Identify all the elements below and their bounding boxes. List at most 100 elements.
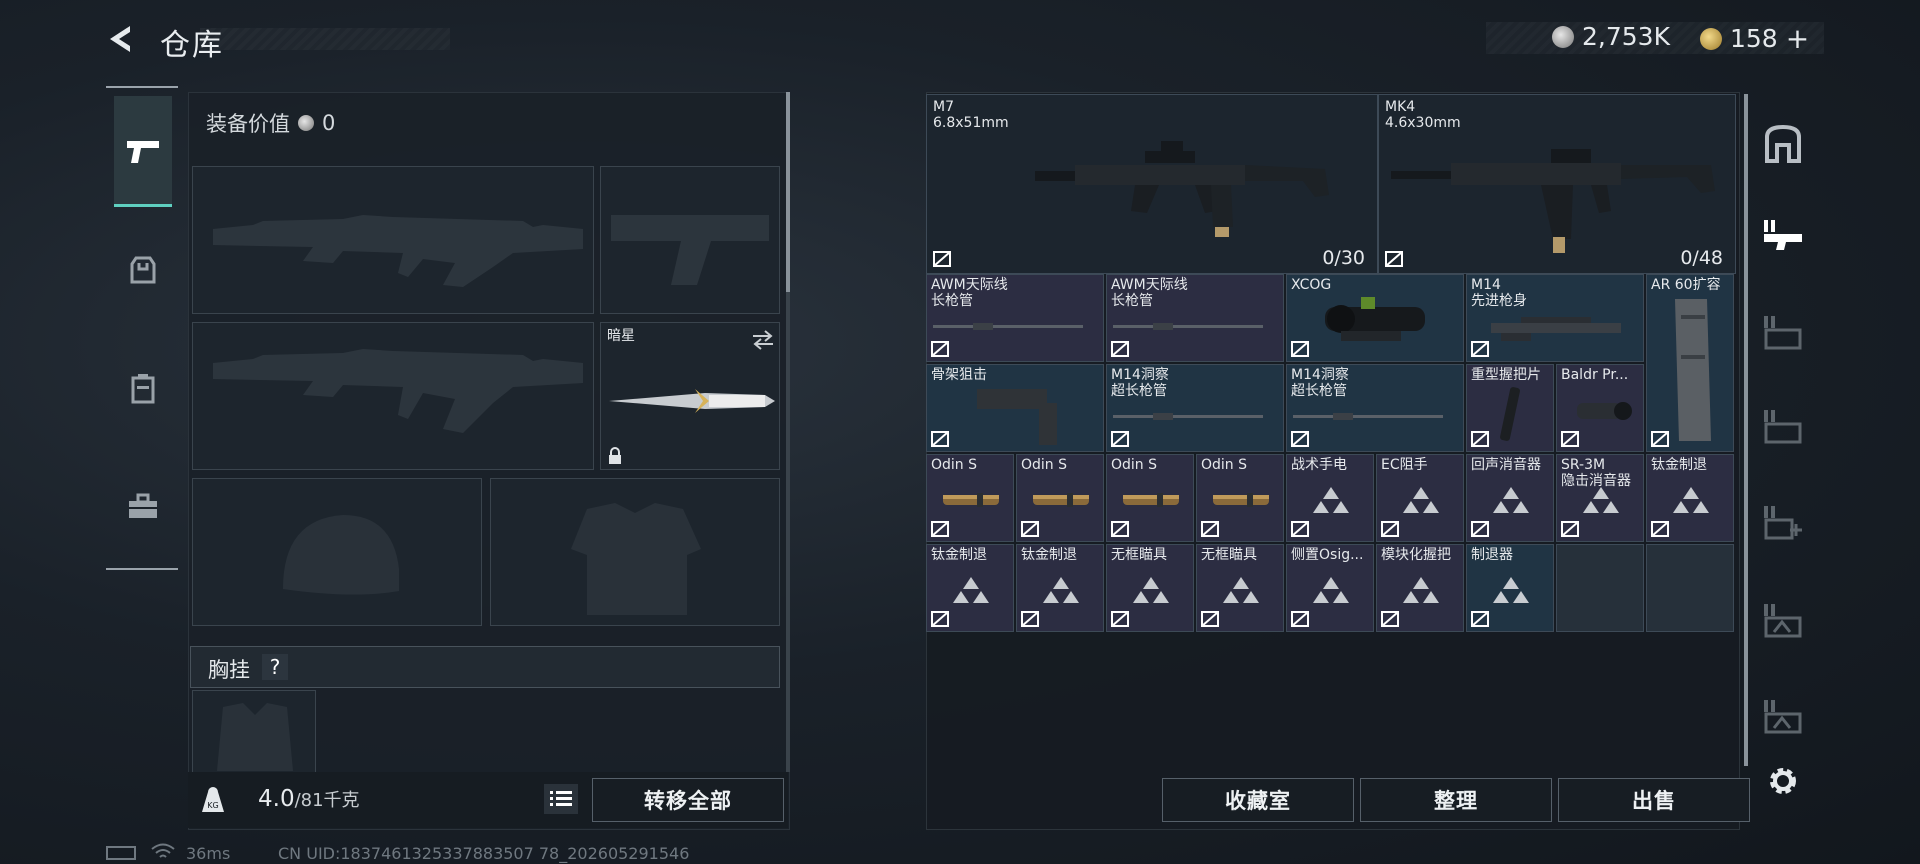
secondary-weapon-slot[interactable] <box>600 166 780 314</box>
item-name: 模块化握把 <box>1381 547 1451 563</box>
chest-rig-silhouette-icon <box>217 703 293 771</box>
primary-weapon-slot-2[interactable] <box>192 322 594 470</box>
stash-item[interactable]: 钛金制退 <box>1016 544 1104 632</box>
stash-item[interactable]: XCOG <box>1286 274 1464 362</box>
stash-item[interactable]: AR 60扩容 <box>1646 274 1734 452</box>
item-name-line1: Odin S <box>1021 457 1068 473</box>
toolbox-icon[interactable] <box>123 486 163 526</box>
sort-button[interactable]: 整理 <box>1360 778 1552 822</box>
tri-art-icon <box>1401 575 1441 607</box>
primary-weapon-slot-1[interactable] <box>192 166 594 314</box>
item-name-line1: EC阻手 <box>1381 457 1428 473</box>
item-name: 战术手电 <box>1291 457 1347 473</box>
item-name-line1: AWM天际线 <box>1111 277 1188 293</box>
back-button[interactable] <box>104 22 138 56</box>
vault-icon <box>1765 124 1801 163</box>
stash-item[interactable]: 钛金制退 <box>926 544 1014 632</box>
stash-item[interactable]: M14 先进枪身 <box>1466 274 1644 362</box>
stash-tab-7[interactable] <box>1760 694 1806 740</box>
transfer-all-button[interactable]: 转移全部 <box>592 778 784 822</box>
no-trade-icon <box>931 611 949 627</box>
gear-rack-icon <box>1764 316 1802 350</box>
stash-item[interactable]: 侧置Osig... <box>1286 544 1374 632</box>
stash-item[interactable]: Odin S <box>1196 454 1284 542</box>
page-title: 仓库 <box>160 28 224 63</box>
stash-item[interactable]: SR-3M 隐击消音器 <box>1556 454 1644 542</box>
tri-art-icon <box>951 575 991 607</box>
stash-item[interactable]: EC阻手 <box>1376 454 1464 542</box>
stash-item[interactable]: 钛金制退 <box>1646 454 1734 542</box>
backpack-icon[interactable] <box>123 368 163 408</box>
silver-coin-icon <box>298 115 314 131</box>
stash-item[interactable]: 战术手电 <box>1286 454 1374 542</box>
player-uid: CN UID:1837461325337883507 78_2026052915… <box>278 844 690 863</box>
melee-slot[interactable]: 暗星 <box>600 322 780 470</box>
stash-scrollbar[interactable] <box>1744 94 1748 766</box>
stash-tab-main[interactable] <box>1760 120 1806 166</box>
medical-rack-icon <box>1764 506 1802 540</box>
help-button[interactable]: ? <box>262 654 288 680</box>
stash-item[interactable]: 重型握把片 <box>1466 364 1554 452</box>
stash-item[interactable]: 无框瞄具 <box>1196 544 1284 632</box>
stash-tab-weapons[interactable] <box>1760 214 1806 260</box>
grip-art-icon <box>1491 381 1531 451</box>
item-name-line1: Baldr Pr... <box>1561 367 1629 383</box>
back-arrow-icon <box>110 26 130 52</box>
empty-stash-cell[interactable] <box>1646 544 1734 632</box>
stash-tab-4[interactable] <box>1760 404 1806 450</box>
no-trade-icon <box>1651 521 1669 537</box>
stash-tab-6[interactable] <box>1760 598 1806 644</box>
stash-item[interactable]: Baldr Pr... <box>1556 364 1644 452</box>
empty-stash-cell[interactable] <box>1556 544 1644 632</box>
stash-item[interactable]: AWM天际线 长枪管 <box>926 274 1104 362</box>
barrel-art-icon <box>1113 407 1273 431</box>
body-armor-slot[interactable] <box>490 478 780 626</box>
stash-item[interactable]: 制退器 <box>1466 544 1554 632</box>
item-name-line1: 无框瞄具 <box>1201 547 1257 563</box>
item-name: M14洞察 超长枪管 <box>1111 367 1169 399</box>
stash-item[interactable]: Odin S <box>1016 454 1104 542</box>
stash-item[interactable]: Odin S <box>926 454 1014 542</box>
no-trade-icon <box>1471 521 1489 537</box>
rifle-silhouette-icon <box>213 215 583 287</box>
swap-icon[interactable] <box>751 329 775 351</box>
vest-silhouette-icon <box>571 503 701 615</box>
battery-icon <box>106 846 136 860</box>
stash-tab-3[interactable] <box>1760 310 1806 356</box>
stash-item[interactable]: M14洞察 超长枪管 <box>1106 364 1284 452</box>
stash-item[interactable]: 骨架狙击 <box>926 364 1104 452</box>
title-decoration <box>200 28 450 50</box>
no-trade-icon <box>931 341 949 357</box>
chest-rig-slot[interactable] <box>192 690 316 774</box>
stash-item[interactable]: M14洞察 超长枪管 <box>1286 364 1464 452</box>
item-name-line2: 超长枪管 <box>1291 383 1347 399</box>
no-trade-icon <box>931 431 949 447</box>
stash-item[interactable]: Odin S <box>1106 454 1194 542</box>
settings-button[interactable] <box>1760 758 1806 804</box>
no-trade-icon <box>1111 611 1129 627</box>
sell-button[interactable]: 出售 <box>1558 778 1750 822</box>
stash-item[interactable]: 模块化握把 <box>1376 544 1464 632</box>
gold-currency[interactable]: 158 + <box>1700 22 1809 55</box>
armor-icon[interactable] <box>123 250 163 290</box>
add-gold-button[interactable]: + <box>1786 22 1809 55</box>
item-name: 钛金制退 <box>1651 457 1707 473</box>
stash-item[interactable]: 无框瞄具 <box>1106 544 1194 632</box>
item-name-line2: 先进枪身 <box>1471 293 1527 309</box>
no-trade-icon <box>1471 341 1489 357</box>
equipment-value-amount: 0 <box>322 111 336 135</box>
tri-art-icon <box>1491 485 1531 517</box>
helmet-slot[interactable] <box>192 478 482 626</box>
collection-room-button[interactable]: 收藏室 <box>1162 778 1354 822</box>
loadout-scrollbar[interactable] <box>786 92 790 292</box>
no-trade-icon <box>1561 521 1579 537</box>
stash-item[interactable]: AWM天际线 长枪管 <box>1106 274 1284 362</box>
item-name: AWM天际线 长枪管 <box>1111 277 1188 309</box>
pistol-icon[interactable] <box>123 132 163 172</box>
list-view-button[interactable] <box>544 784 578 814</box>
stash-item[interactable]: 回声消音器 <box>1466 454 1554 542</box>
ping: 36ms <box>186 844 231 863</box>
item-name-line1: 制退器 <box>1471 547 1513 563</box>
stash-tab-medical[interactable] <box>1760 500 1806 546</box>
no-trade-icon <box>1021 611 1039 627</box>
